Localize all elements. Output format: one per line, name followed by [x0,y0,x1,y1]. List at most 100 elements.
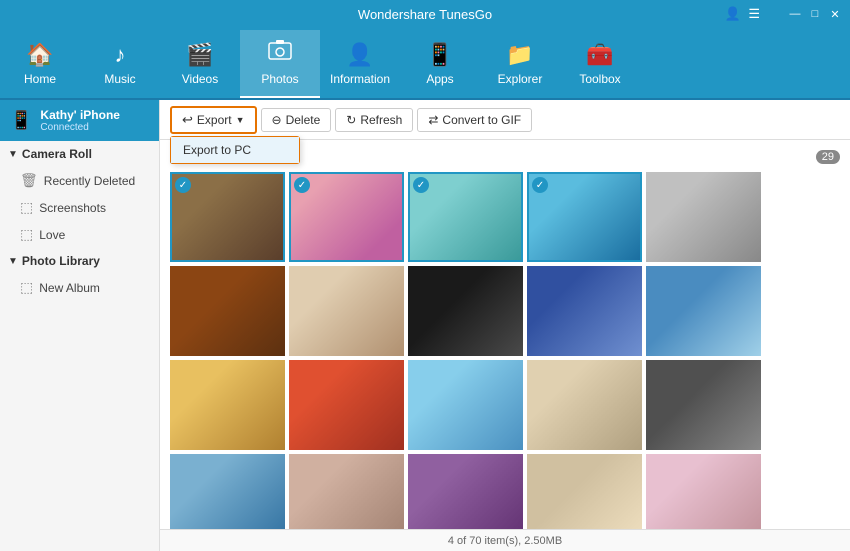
photo-content [527,360,642,450]
sidebar-item-new-album[interactable]: ⬚ New Album [0,274,159,301]
photo-content [289,360,404,450]
photo-thumb[interactable] [170,454,285,529]
photo-content [646,454,761,529]
nav-information[interactable]: 👤 Information [320,30,400,98]
convert-gif-button[interactable]: ⇄ Convert to GIF [417,108,532,132]
nav-toolbox[interactable]: 🧰 Toolbox [560,30,640,98]
maximize-button[interactable]: □ [808,7,822,21]
photo-thumb[interactable] [646,454,761,529]
refresh-button[interactable]: ↻ Refresh [335,108,413,132]
minimize-button[interactable]: — [788,7,802,21]
chevron-icon: ▼ [236,115,245,125]
delete-button[interactable]: ⊖ Delete [261,108,332,132]
photo-thumb[interactable] [527,360,642,450]
love-label: Love [39,228,65,242]
status-text: 4 of 70 item(s), 2.50MB [448,535,562,547]
check-overlay: ✓ [175,177,191,193]
chevron-down-icon: ▼ [8,149,18,160]
sidebar-item-love[interactable]: ⬚ Love [0,221,159,248]
chevron-down-icon-2: ▼ [8,256,18,267]
photo-content [170,266,285,356]
photo-thumb[interactable] [170,266,285,356]
nav-music[interactable]: ♪ Music [80,30,160,98]
user-icon-area: 👤 ☰ [725,6,760,22]
new-album-label: New Album [39,281,100,295]
photo-thumb[interactable] [408,454,523,529]
explorer-icon: 📁 [506,42,533,68]
photo-content [408,266,523,356]
photo-thumb[interactable] [646,360,761,450]
export-to-pc-item[interactable]: Export to PC [171,137,299,163]
nav-explorer-label: Explorer [498,72,543,86]
photo-content [289,454,404,529]
photo-thumb[interactable] [289,454,404,529]
nav-explorer[interactable]: 📁 Explorer [480,30,560,98]
home-icon: 🏠 [26,42,53,68]
sidebar-item-screenshots[interactable]: ⬚ Screenshots [0,194,159,221]
camera-roll-label: Camera Roll [22,147,92,161]
photo-library-label: Photo Library [22,254,100,268]
nav-photos[interactable]: Photos [240,30,320,98]
photos-grid: ✓ ✓ ✓ ✓ [166,168,844,529]
nav-apps[interactable]: 📱 Apps [400,30,480,98]
export-icon: ↩ [182,112,193,128]
toolbar: ↩ Export ▼ ⊖ Delete ↻ Refresh ⇄ Convert … [160,100,850,140]
export-label: Export [197,113,232,127]
main-layout: 📱 Kathy' iPhone Connected ▼ Camera Roll … [0,100,850,551]
screenshot-icon: ⬚ [20,199,33,216]
photo-thumb[interactable] [527,454,642,529]
device-name: Kathy' iPhone [40,108,120,122]
nav-apps-label: Apps [426,72,453,86]
export-dropdown: Export to PC [170,136,300,164]
apps-icon: 📱 [426,42,453,68]
photos-area[interactable]: 2016-08-24 29 ✓✓✓✓ [160,140,850,529]
toolbox-icon: 🧰 [586,42,613,68]
photo-thumb[interactable]: ✓ [170,172,285,262]
status-bar: 4 of 70 item(s), 2.50MB [160,529,850,551]
photo-thumb[interactable] [527,266,642,356]
photo-content [408,360,523,450]
titlebar: Wondershare TunesGo 👤 ☰ — □ ✕ [0,0,850,28]
photo-thumb[interactable] [408,266,523,356]
photo-content [289,266,404,356]
menu-icon: ☰ [748,6,760,21]
photo-thumb[interactable] [289,360,404,450]
nav-home[interactable]: 🏠 Home [0,30,80,98]
photo-content [646,172,761,262]
music-icon: ♪ [115,42,126,68]
photo-content [170,360,285,450]
navbar: 🏠 Home ♪ Music 🎬 Videos Photos 👤 Informa… [0,28,850,100]
photo-thumb[interactable] [646,172,761,262]
check-overlay: ✓ [532,177,548,193]
photo-content [646,266,761,356]
content-area: ↩ Export ▼ ⊖ Delete ↻ Refresh ⇄ Convert … [160,100,850,551]
check-overlay: ✓ [294,177,310,193]
sidebar-section-photo-library[interactable]: ▼ Photo Library [0,248,159,274]
nav-videos[interactable]: 🎬 Videos [160,30,240,98]
nav-information-label: Information [330,72,390,86]
photo-content [408,454,523,529]
convert-label: Convert to GIF [442,113,521,127]
photo-thumb[interactable]: ✓ [408,172,523,262]
user-icon: 👤 [725,6,741,21]
delete-label: Delete [286,113,321,127]
export-button[interactable]: ↩ Export ▼ [170,106,257,134]
nav-videos-label: Videos [182,72,218,86]
photo-thumb[interactable]: ✓ [527,172,642,262]
delete-icon: ⊖ [272,113,282,127]
sidebar-item-recently-deleted[interactable]: 🗑 Recently Deleted [0,167,159,194]
close-button[interactable]: ✕ [828,7,842,21]
device-info: 📱 Kathy' iPhone Connected [0,100,159,141]
photos-icon [268,40,292,68]
window-controls: — □ ✕ [788,7,842,21]
photo-thumb[interactable] [408,360,523,450]
sidebar-section-camera-roll[interactable]: ▼ Camera Roll [0,141,159,167]
photo-thumb[interactable] [170,360,285,450]
photo-content [646,360,761,450]
photo-thumb[interactable]: ✓ [289,172,404,262]
nav-music-label: Music [104,72,135,86]
photo-thumb[interactable] [289,266,404,356]
photo-thumb[interactable] [646,266,761,356]
refresh-icon: ↻ [346,113,356,127]
device-status: Connected [40,122,120,133]
